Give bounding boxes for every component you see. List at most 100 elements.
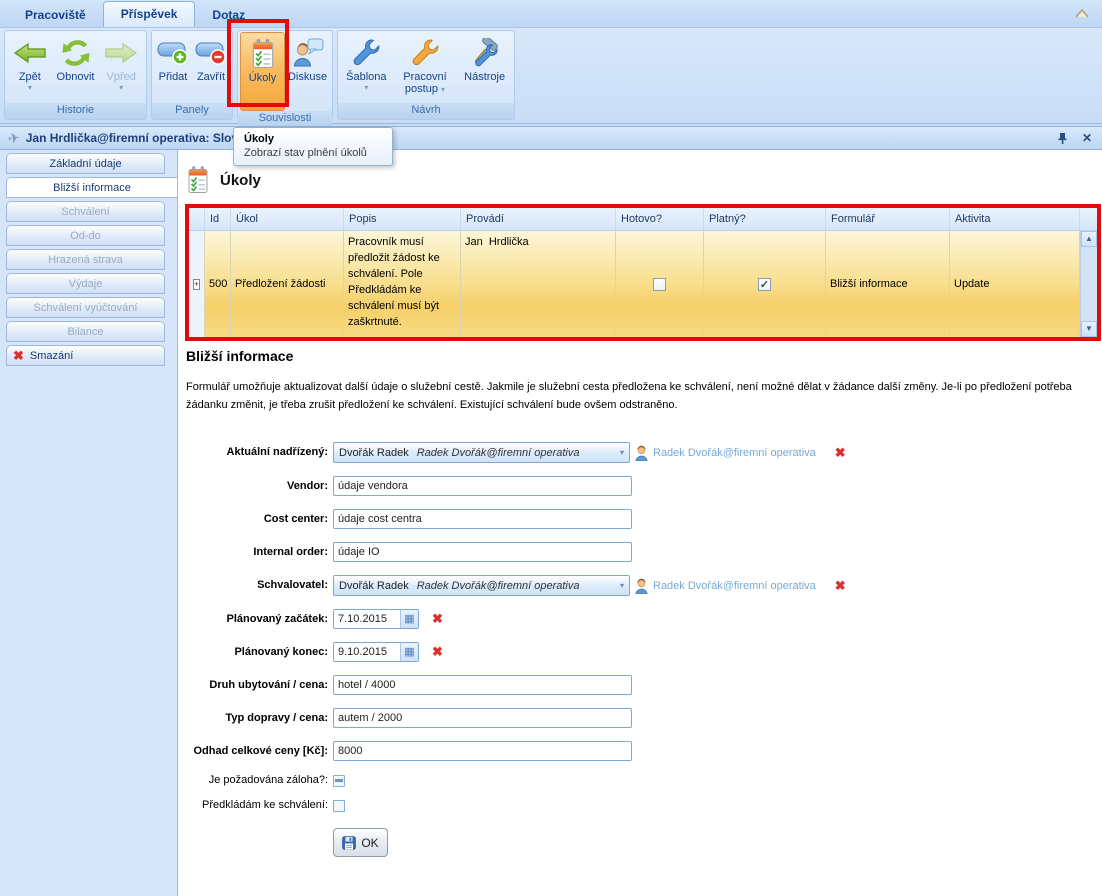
chevron-down-icon: ▾ [364,83,368,92]
internal-order-input[interactable] [333,542,632,562]
field-row-typ-dopravy: Typ dopravy / cena: [178,708,1102,728]
field-row-aktualni-nadrizeny: Aktuální nadřízený: Dvořák Radek Radek D… [178,442,1102,463]
platny-checkbox[interactable] [758,278,771,291]
detail-form: Aktuální nadřízený: Dvořák Radek Radek D… [178,442,1102,870]
section-description: Formulář umožňuje aktualizovat další úda… [186,378,1094,414]
sidebar-item-schvaleni-vyuctovani: Schválení vyúčtování [6,297,165,318]
nadrizeny-link[interactable]: Radek Dvořák@firemní operativa [653,447,816,459]
row-expander-icon[interactable]: + [193,279,200,290]
tools-button[interactable]: Nástroje [458,32,512,103]
schvalovatel-combobox[interactable]: Dvořák Radek Radek Dvořák@firemní operat… [333,575,630,596]
table-scrollbar[interactable]: ▲ ▼ [1080,231,1097,337]
planovany-konec-input[interactable] [334,643,400,661]
clear-zacatek-icon[interactable]: ✖ [432,611,443,627]
form-actions: OK [178,828,1102,857]
cost-center-input[interactable] [333,509,632,529]
document-title-bar: ✈ Jan Hrdlička@firemní operativa: Slov ✕ [0,126,1102,150]
person-icon [635,445,648,461]
task-row: + 500 Předložení žádosti Pracovník musí … [189,231,1097,337]
group-label-navrh: Návrh [338,103,514,119]
pin-icon[interactable] [1057,132,1068,145]
col-popis: Popis [344,208,461,230]
schvalovatel-link[interactable]: Radek Dvořák@firemní operativa [653,580,816,592]
sidebar-item-vydaje: Výdaje [6,273,165,294]
close-icon[interactable]: ✕ [1082,131,1092,145]
planovany-zacatek-input[interactable] [334,610,400,628]
predkladam-checkbox[interactable] [333,800,345,812]
group-label-panely: Panely [152,103,232,119]
hotovo-checkbox[interactable] [653,278,666,291]
odhad-ceny-input[interactable] [333,741,632,761]
clear-konec-icon[interactable]: ✖ [432,644,443,660]
highlight-box-ukoly-button [227,19,289,107]
wrench-blue-icon [351,35,381,71]
field-row-planovany-konec: Plánovaný konec: ▦ ✖ [178,642,1102,662]
field-row-internal-order: Internal order: [178,542,1102,562]
person-icon [635,578,648,594]
cell-aktivita: Update [950,231,1080,337]
aktualni-nadrizeny-combobox[interactable]: Dvořák Radek Radek Dvořák@firemní operat… [333,442,630,463]
tasks-panel-header: Úkoly [186,166,1102,194]
calendar-icon[interactable]: ▦ [400,610,418,628]
sidebar-item-hrazena-strava: Hrazená strava [6,249,165,270]
calendar-icon[interactable]: ▦ [400,643,418,661]
col-provadi: Provádí [461,208,616,230]
sidebar-item-smazani[interactable]: ✖ Smazání [6,345,165,366]
sidebar-item-schvaleni: Schválení [6,201,165,222]
ribbon-body: Zpět ▾ Obnovit [0,28,1102,124]
typ-dopravy-input[interactable] [333,708,632,728]
section-title: Bližší informace [186,348,293,364]
group-label-historie: Historie [5,103,146,119]
tooltip-title: Úkoly [244,132,382,146]
panel-add-icon [156,35,190,71]
chevron-down-icon: ▾ [119,83,123,92]
save-icon [342,836,356,850]
tab-pracoviste[interactable]: Pracoviště [8,3,103,27]
sidebar-item-blizsi-informace[interactable]: Bližší informace [6,177,177,198]
workflow-button[interactable]: Pracovní postup ▾ [393,32,457,103]
field-row-druh-ubytovani: Druh ubytování / cena: [178,675,1102,695]
ribbon-group-navrh: Šablona ▾ Pracovní postup ▾ [337,30,515,120]
field-row-schvalovatel: Schvalovatel: Dvořák Radek Radek Dvořák@… [178,575,1102,596]
field-row-odhad-ceny: Odhad celkové ceny [Kč]: [178,741,1102,761]
arrow-right-icon [104,35,138,71]
scroll-down-icon[interactable]: ▼ [1081,321,1097,337]
group-label-souvislosti: Souvislosti [238,111,332,126]
field-row-planovany-zacatek: Plánovaný začátek: ▦ ✖ [178,609,1102,629]
discussion-button[interactable]: Diskuse [285,32,330,111]
refresh-button[interactable]: Obnovit [53,32,99,103]
field-row-cost-center: Cost center: [178,509,1102,529]
template-button[interactable]: Šablona ▾ [340,32,392,103]
ok-button[interactable]: OK [333,828,388,857]
zaloha-checkbox[interactable] [333,775,345,787]
scroll-up-icon[interactable]: ▲ [1081,231,1097,247]
ribbon-collapse-button[interactable] [1074,7,1090,19]
sidebar-item-zakladni-udaje[interactable]: Základní údaje [6,153,165,174]
chevron-down-icon: ▾ [441,85,445,94]
druh-ubytovani-input[interactable] [333,675,632,695]
vendor-input[interactable] [333,476,632,496]
highlight-box-tasks-table: Id Úkol Popis Provádí Hotovo? Platný? Fo… [185,204,1101,341]
cell-provadi: Jan Hrdlička [461,231,616,337]
tasks-panel-title: Úkoly [220,172,261,189]
tab-prispevek[interactable]: Příspěvek [103,1,196,27]
cell-popis: Pracovník musí předložit žádost ke schvá… [344,231,461,337]
close-panel-button[interactable]: Zavřít [192,32,230,103]
chevron-up-icon [1074,7,1090,19]
chevron-down-icon: ▾ [620,581,624,590]
cell-ukol: Předložení žádosti [231,231,344,337]
tasks-checklist-icon [186,166,210,194]
tools-icon [468,35,502,71]
tooltip-ukoly: Úkoly Zobrazí stav plnění úkolů [233,127,393,166]
clear-schvalovatel-icon[interactable]: ✖ [835,578,846,594]
discussion-icon [292,35,324,71]
document-title: Jan Hrdlička@firemní operativa: Slov [26,131,238,145]
panel-remove-icon [194,35,228,71]
clear-nadrizeny-icon[interactable]: ✖ [835,445,846,461]
add-panel-button[interactable]: Přidat [154,32,192,103]
col-platny: Platný? [704,208,826,230]
arrow-left-icon [13,35,47,71]
back-button[interactable]: Zpět ▾ [7,32,53,103]
field-row-zaloha: Je požadována záloha?: [178,774,1102,787]
forward-button: Vpřed ▾ [98,32,144,103]
